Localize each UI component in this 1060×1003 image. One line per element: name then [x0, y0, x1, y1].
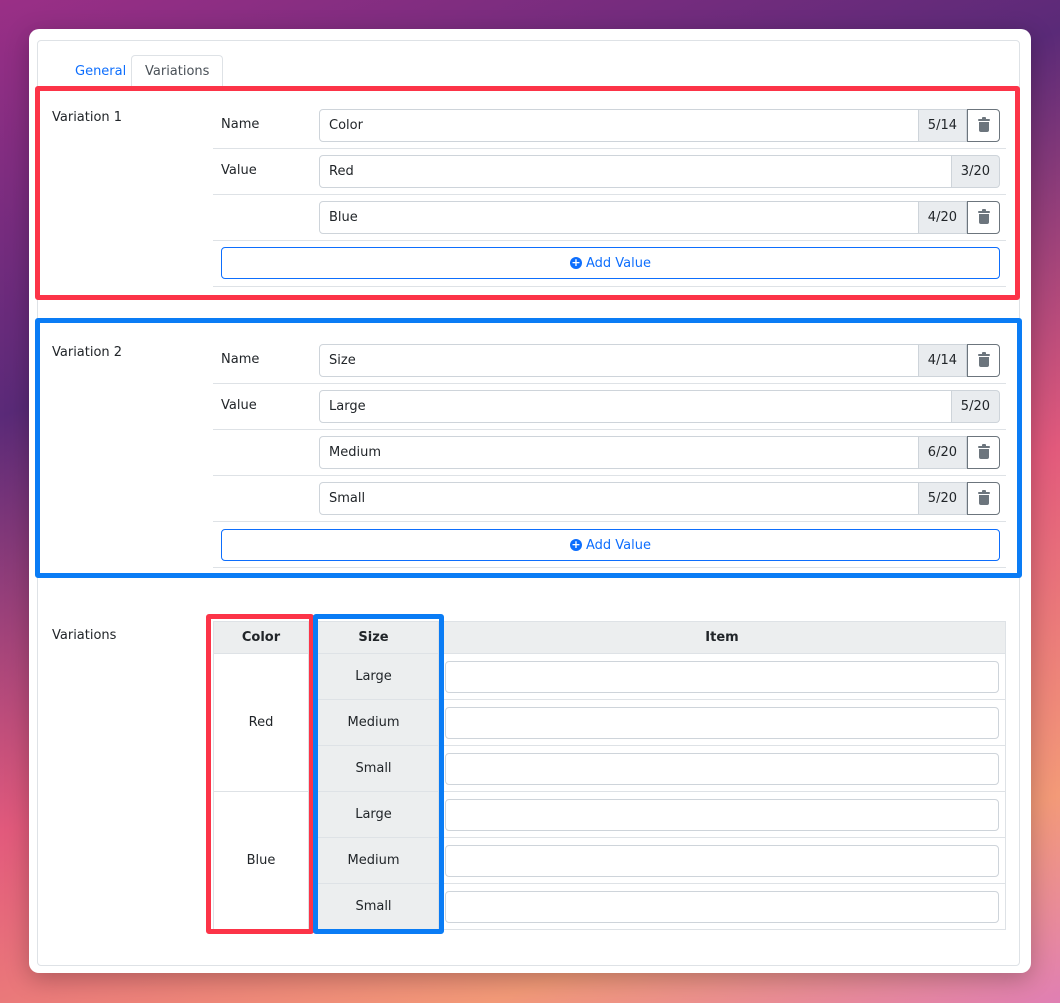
tab-general[interactable]: General [61, 55, 140, 88]
tab-variations[interactable]: Variations [131, 55, 224, 88]
item-input[interactable] [445, 890, 999, 923]
item-input[interactable] [445, 752, 999, 785]
item-header: Item [438, 621, 1006, 654]
highlight-size-column [313, 614, 444, 934]
item-input[interactable] [445, 798, 999, 831]
highlight-variation-1 [35, 86, 1020, 300]
highlight-variation-2 [35, 318, 1022, 578]
item-input[interactable] [445, 706, 999, 739]
item-input[interactable] [445, 660, 999, 693]
item-input[interactable] [445, 844, 999, 877]
variations-table-label: Variations [52, 628, 117, 643]
highlight-color-column [206, 614, 314, 934]
